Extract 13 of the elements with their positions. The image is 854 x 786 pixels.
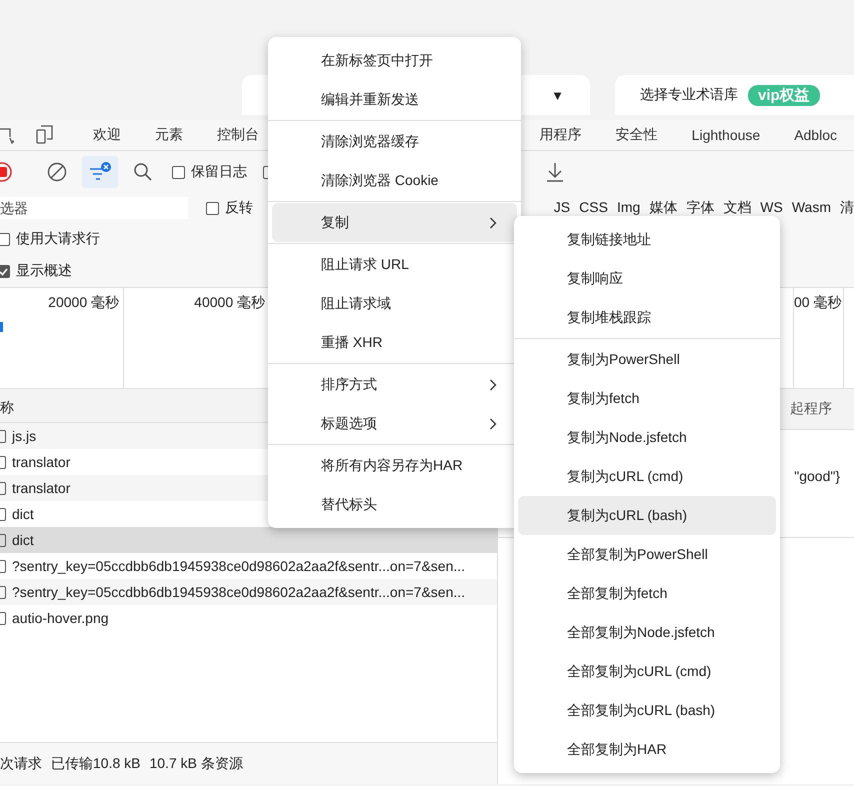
checkbox-label: 反转: [225, 199, 253, 217]
dropdown-caret: ▼: [551, 88, 564, 102]
status-text: 10.7 kB 条资源: [149, 754, 243, 772]
timeline-tick: 00 毫秒: [794, 294, 842, 310]
glossary-label: 选择专业术语库: [640, 86, 738, 104]
timeline-tick: 20000 毫秒: [48, 294, 119, 310]
status-text: 已传输10.8 kB: [51, 754, 140, 772]
status-text: 次请求: [0, 754, 42, 772]
checkbox-label: 使用大请求行: [16, 230, 100, 248]
timeline-tick: 40000 毫秒: [194, 294, 265, 310]
checkbox-label: 显示概述: [16, 262, 72, 280]
response-preview: "good"}: [794, 468, 840, 486]
checkbox-label: 保留日志: [191, 163, 247, 181]
